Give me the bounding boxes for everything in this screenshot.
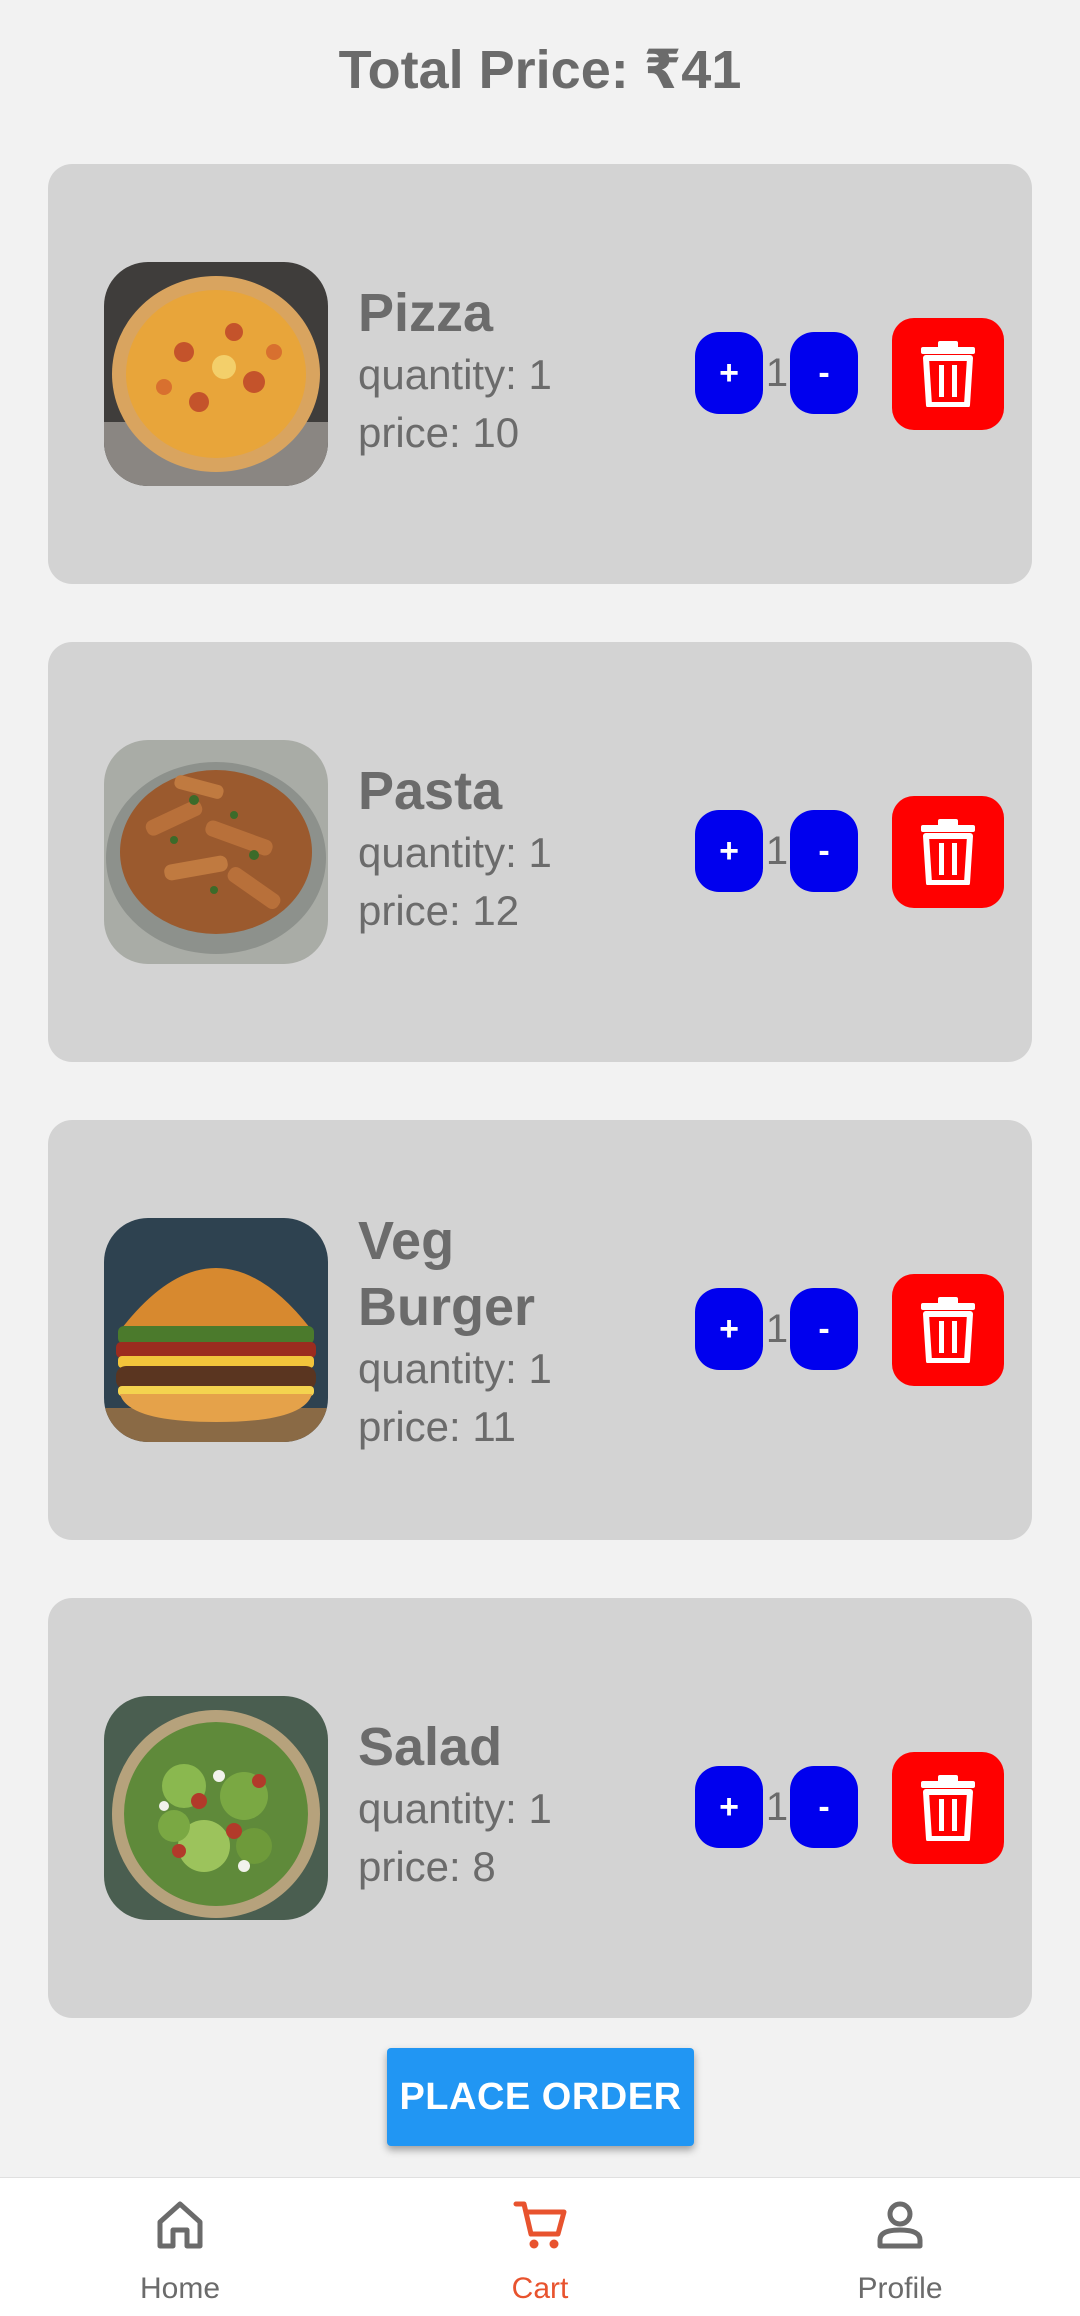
item-info: Veg Burger quantity: 1 price: 11 [358, 1208, 608, 1456]
quantity-count: 1 [765, 828, 789, 873]
profile-icon [877, 2201, 923, 2249]
delete-button[interactable] [892, 1752, 1004, 1864]
item-info: Pasta quantity: 1 price: 12 [358, 758, 608, 940]
item-quantity: quantity: 1 [358, 1345, 552, 1392]
delete-button[interactable] [892, 318, 1004, 430]
nav-item-cart[interactable]: Cart [360, 2178, 720, 2316]
decrement-button[interactable]: - [790, 810, 858, 892]
total-price: Total Price: ₹41 [338, 40, 742, 100]
nav-label-cart: Cart [511, 2272, 569, 2305]
nav-item-profile[interactable]: Profile [720, 2178, 1080, 2316]
pizza-image [104, 262, 328, 486]
delete-button[interactable] [892, 1274, 1004, 1386]
home-icon [157, 2201, 203, 2249]
decrement-button[interactable]: - [790, 1766, 858, 1848]
quantity-count: 1 [765, 1784, 789, 1829]
trash-icon [921, 1297, 975, 1363]
item-price: price: 11 [358, 1403, 516, 1450]
trash-icon [921, 341, 975, 407]
cart-icon [513, 2201, 567, 2249]
item-name: Salad [358, 1717, 503, 1777]
trash-icon [921, 1775, 975, 1841]
cart-item-card: Salad quantity: 1 price: 8 + 1 - [48, 1598, 1032, 2018]
item-info: Pizza quantity: 1 price: 10 [358, 280, 608, 462]
decrement-button[interactable]: - [790, 1288, 858, 1370]
trash-icon [921, 819, 975, 885]
quantity-count: 1 [765, 1306, 789, 1351]
item-quantity: quantity: 1 [358, 1785, 552, 1832]
decrement-button[interactable]: - [790, 332, 858, 414]
nav-item-home[interactable]: Home [0, 2178, 360, 2316]
pasta-image [104, 740, 328, 964]
cart-item-card: Veg Burger quantity: 1 price: 11 + 1 - [48, 1120, 1032, 1540]
salad-image [104, 1696, 328, 1920]
increment-button[interactable]: + [695, 810, 763, 892]
item-price: price: 8 [358, 1843, 496, 1890]
place-order-button[interactable]: PLACE ORDER [387, 2048, 694, 2146]
item-name: Pizza [358, 283, 494, 343]
item-quantity: quantity: 1 [358, 351, 552, 398]
increment-button[interactable]: + [695, 332, 763, 414]
quantity-count: 1 [765, 350, 789, 395]
nav-label-home: Home [139, 2272, 221, 2305]
delete-button[interactable] [892, 796, 1004, 908]
item-name: Pasta [358, 761, 503, 821]
bottom-nav: Home Cart Profile [0, 2177, 1080, 2316]
nav-label-profile: Profile [857, 2272, 943, 2305]
burger-image [104, 1218, 328, 1442]
item-name: Veg Burger [358, 1211, 536, 1337]
item-price: price: 10 [358, 409, 520, 456]
item-info: Salad quantity: 1 price: 8 [358, 1714, 608, 1896]
item-quantity: quantity: 1 [358, 829, 552, 876]
item-price: price: 12 [358, 887, 520, 934]
increment-button[interactable]: + [695, 1288, 763, 1370]
cart-item-card: Pizza quantity: 1 price: 10 + 1 - [48, 164, 1032, 584]
cart-item-card: Pasta quantity: 1 price: 12 + 1 - [48, 642, 1032, 1062]
increment-button[interactable]: + [695, 1766, 763, 1848]
